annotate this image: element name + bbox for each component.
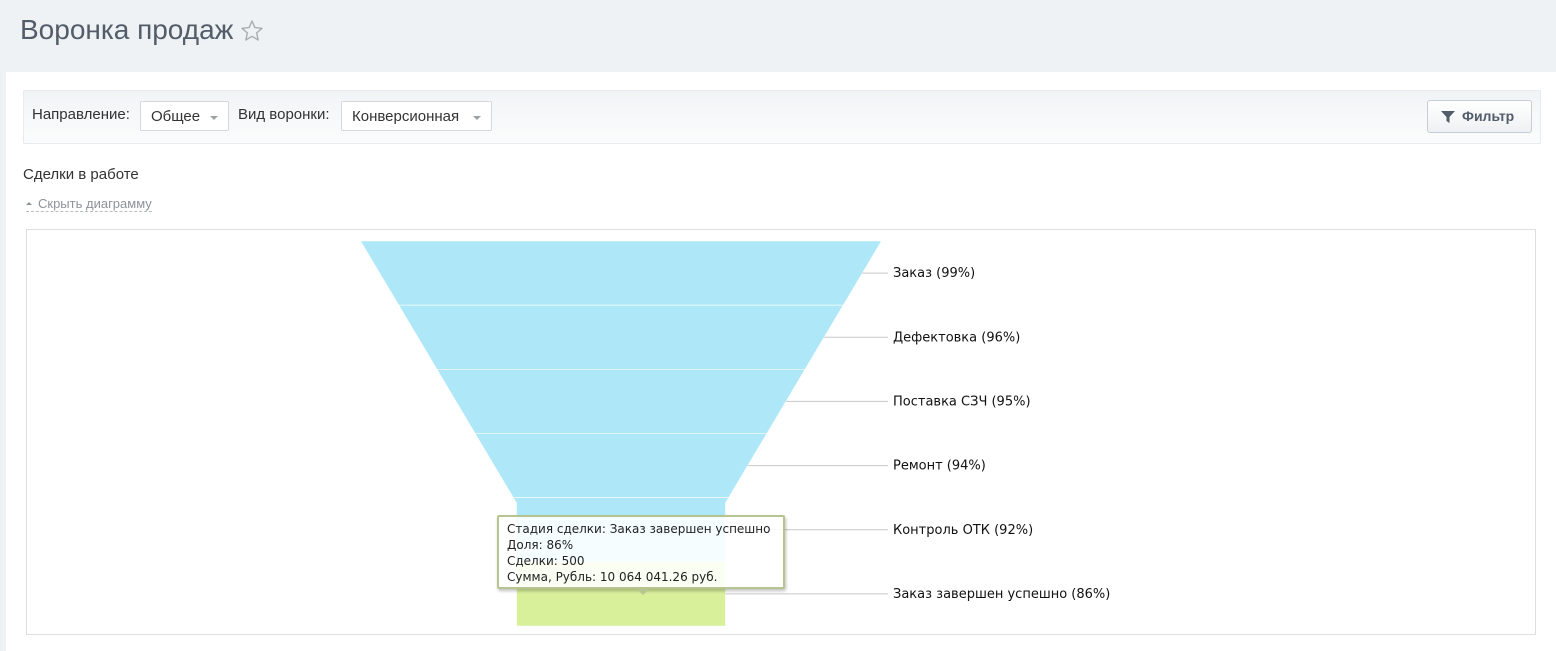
stage-label: Поставка СЗЧ (95%): [893, 394, 1031, 409]
stage-label: Контроль ОТК (92%): [893, 523, 1033, 538]
funnel-segment[interactable]: [398, 304, 844, 370]
tooltip-stage: Стадия сделки: Заказ завершен успешно: [507, 522, 771, 536]
tooltip-arrow: [636, 588, 650, 595]
chart-tooltip: Стадия сделки: Заказ завершен успешно До…: [497, 515, 785, 595]
stage-label: Заказ завершен успешно (86%): [893, 587, 1110, 602]
stage-label: Заказ (99%): [893, 266, 975, 281]
tooltip-sum: Сумма, Рубль: 10 064 041.26 руб.: [507, 570, 718, 584]
stage-label: Ремонт (94%): [893, 459, 986, 474]
tooltip-share: Доля: 86%: [507, 538, 574, 552]
stage-label: Дефектовка (96%): [893, 330, 1020, 345]
funnel-segment[interactable]: [436, 369, 806, 434]
funnel-segment[interactable]: [359, 240, 883, 306]
funnel-segment[interactable]: [474, 433, 768, 498]
tooltip-deals: Сделки: 500: [507, 554, 585, 568]
